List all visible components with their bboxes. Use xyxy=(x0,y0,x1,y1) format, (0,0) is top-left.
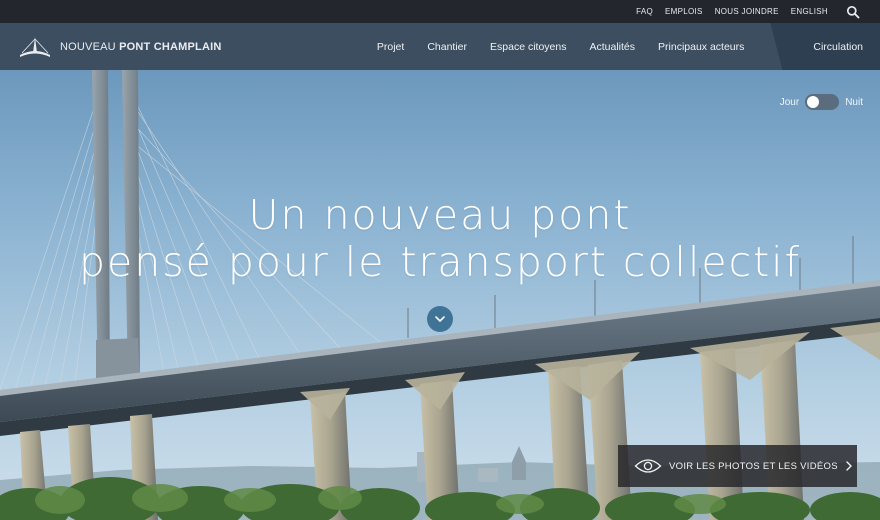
hero-headline: Un nouveau pont pensé pour le transport … xyxy=(0,192,880,286)
toggle-label-jour: Jour xyxy=(779,96,800,108)
nav-item-circulation-container: Circulation xyxy=(770,23,880,70)
utility-bar: FAQ EMPLOIS NOUS JOINDRE ENGLISH xyxy=(0,0,880,23)
headline-line-1: Un nouveau pont xyxy=(248,191,632,239)
nav-item-circulation[interactable]: Circulation xyxy=(813,41,863,53)
toggle-label-nuit: Nuit xyxy=(845,96,863,108)
site-logo[interactable]: NOUVEAU PONT CHAMPLAIN xyxy=(18,36,222,58)
nav-item-projet[interactable]: Projet xyxy=(377,41,404,53)
chevron-down-icon xyxy=(435,316,445,322)
theme-toggle: Jour Nuit xyxy=(780,94,863,110)
logo-text-bold: PONT CHAMPLAIN xyxy=(119,40,222,53)
utility-link-faq[interactable]: FAQ xyxy=(636,7,653,16)
scroll-down-button[interactable] xyxy=(427,306,453,332)
nav-item-principaux-acteurs[interactable]: Principaux acteurs xyxy=(658,41,744,53)
photos-videos-label: VOIR LES PHOTOS ET LES VIDÉOS xyxy=(669,460,838,472)
main-nav: NOUVEAU PONT CHAMPLAIN Projet Chantier E… xyxy=(0,23,880,70)
headline-line-2: pensé pour le transport collectif xyxy=(78,238,802,286)
nav-item-actualites[interactable]: Actualités xyxy=(589,41,635,53)
day-night-switch[interactable] xyxy=(805,94,840,110)
utility-link-english[interactable]: ENGLISH xyxy=(791,7,828,16)
utility-link-emplois[interactable]: EMPLOIS xyxy=(665,7,703,16)
search-icon[interactable] xyxy=(846,5,860,19)
photos-videos-button[interactable]: VOIR LES PHOTOS ET LES VIDÉOS xyxy=(618,445,857,487)
utility-link-nous-joindre[interactable]: NOUS JOINDRE xyxy=(715,7,779,16)
nav-links: Projet Chantier Espace citoyens Actualit… xyxy=(354,23,880,70)
toggle-knob xyxy=(807,96,820,108)
logo-text: NOUVEAU PONT CHAMPLAIN xyxy=(60,41,222,53)
nav-item-chantier[interactable]: Chantier xyxy=(427,41,467,53)
nav-item-espace-citoyens[interactable]: Espace citoyens xyxy=(490,41,566,53)
logo-text-light: NOUVEAU xyxy=(60,40,116,53)
bridge-logo-icon xyxy=(20,36,50,57)
eye-icon xyxy=(634,459,662,473)
chevron-right-icon xyxy=(846,461,852,471)
hero-section: Jour Nuit Un nouveau pont pensé pour le … xyxy=(0,70,880,520)
